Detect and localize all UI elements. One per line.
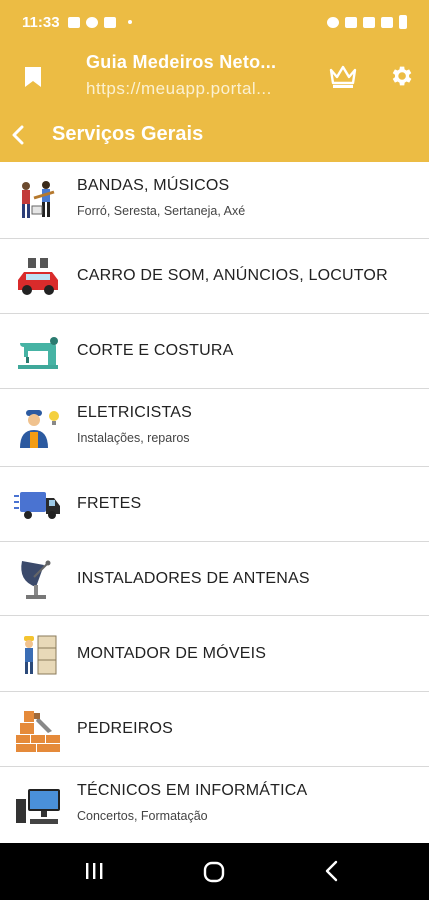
list-item[interactable]: FRETES [0,467,429,542]
item-subtitle: Instalações, reparos [77,431,190,445]
crown-icon[interactable] [328,64,358,90]
list-item[interactable]: ELETRICISTAS Instalações, reparos [0,389,429,467]
sound-car-icon [18,258,58,295]
gallery-icon [67,16,80,28]
musicians-icon [22,181,55,218]
notification-icons [67,16,132,28]
bricks-icon [16,711,60,752]
mail-icon [103,16,116,28]
back-arrow-icon[interactable] [8,124,30,146]
truck-icon [14,492,60,519]
nav-back-icon[interactable] [324,860,340,882]
system-icons [327,15,407,29]
gear-icon[interactable] [388,63,414,89]
item-title: BANDAS, MÚSICOS [77,177,230,194]
mute-icon [345,16,357,28]
status-bar: 11:33 [0,0,429,44]
recent-apps-icon[interactable] [84,862,104,880]
item-title: CARRO DE SOM, ANÚNCIOS, LOCUTOR [77,267,388,284]
pinterest-icon [85,16,98,28]
list-item[interactable]: CORTE E COSTURA [0,314,429,389]
toolbar: Serviços Gerais [0,110,429,162]
list-item[interactable]: MONTADOR DE MÓVEIS [0,616,429,692]
computer-icon [16,789,60,824]
system-nav-bar [0,843,429,900]
item-subtitle: Forró, Seresta, Sertaneja, Axé [77,204,246,218]
list-item[interactable]: TÉCNICOS EM INFORMÁTICA Concertos, Forma… [0,767,429,843]
status-time: 11:33 [22,13,60,31]
wifi-icon [363,16,375,28]
item-subtitle: Concertos, Formatação [77,809,208,823]
item-title: ELETRICISTAS [77,404,193,421]
battery-icon [399,15,407,29]
bookmark-icon[interactable] [24,66,42,88]
home-icon[interactable] [203,861,225,883]
alarm-icon [327,16,339,28]
electrician-icon [20,409,59,448]
list-item[interactable]: BANDAS, MÚSICOS Forró, Seresta, Sertanej… [0,162,429,239]
item-title: MONTADOR DE MÓVEIS [77,644,267,662]
more-dot-icon [127,20,132,24]
list-item[interactable]: INSTALADORES DE ANTENAS [0,542,429,616]
page-title: Serviços Gerais [52,123,204,145]
sewing-machine-icon [18,337,58,369]
list-item[interactable]: CARRO DE SOM, ANÚNCIOS, LOCUTOR [0,239,429,314]
satellite-antenna-icon [21,560,51,599]
app-url: https://meuapp.portal... [86,79,272,98]
app-bar: Guia Medeiros Neto... https://meuapp.por… [0,44,429,110]
item-title: TÉCNICOS EM INFORMÁTICA [77,782,308,799]
item-title: CORTE E COSTURA [77,342,234,359]
item-title: PEDREIROS [77,720,174,737]
signal-icon [381,16,393,28]
item-title: INSTALADORES DE ANTENAS [77,569,310,587]
furniture-assembler-icon [24,635,57,674]
app-title: Guia Medeiros Neto... [86,52,277,72]
item-title: FRETES [77,495,142,512]
services-list: BANDAS, MÚSICOS Forró, Seresta, Sertanej… [0,162,429,843]
list-item[interactable]: PEDREIROS [0,692,429,767]
